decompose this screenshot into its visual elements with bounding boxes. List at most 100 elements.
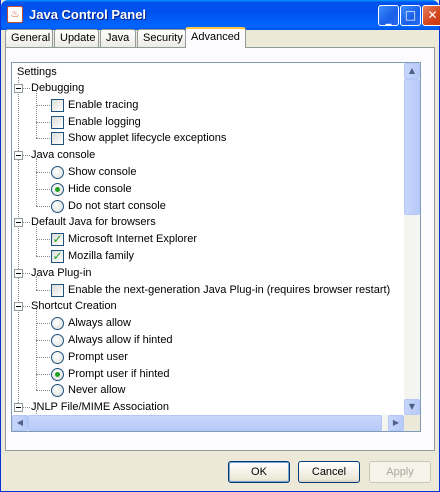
minimize-button[interactable]: _ xyxy=(378,5,399,26)
tree-connector xyxy=(36,239,50,241)
tree-connector xyxy=(36,90,37,139)
tree-connector xyxy=(36,390,50,392)
apply-button[interactable]: Apply xyxy=(369,461,431,483)
close-icon: ✕ xyxy=(427,8,438,22)
setting-label: Show applet lifecycle exceptions xyxy=(68,132,227,145)
tree-connector xyxy=(36,188,50,190)
ok-button[interactable]: OK xyxy=(228,461,290,483)
collapse-toggle-icon[interactable] xyxy=(14,151,23,161)
tree-connector xyxy=(18,77,19,404)
setting-checkbox[interactable] xyxy=(51,98,64,112)
horizontal-scrollbar[interactable]: ◀ ▶ xyxy=(12,415,404,431)
settings-tree: Settings Debugging Enable tracing Enable l… xyxy=(11,62,421,432)
minimize-icon: _ xyxy=(385,11,392,25)
tab-update[interactable]: Update xyxy=(54,29,99,47)
setting-radio[interactable] xyxy=(51,182,64,196)
setting-label: Enable tracing xyxy=(68,98,139,111)
tree-connector xyxy=(36,340,50,341)
tree-connector xyxy=(23,306,30,308)
tree-connector xyxy=(36,309,37,391)
setting-label: Prompt user if hinted xyxy=(68,367,170,380)
vertical-scrollbar[interactable]: ▲ ▼ xyxy=(404,63,420,415)
tree-connector xyxy=(23,222,30,224)
tree-connector xyxy=(36,158,37,206)
scroll-down-button[interactable]: ▼ xyxy=(404,399,420,415)
tree-connector xyxy=(23,88,30,89)
setting-radio[interactable] xyxy=(51,367,64,381)
tree-group-label: Java console xyxy=(31,149,96,162)
radio-selected-dot xyxy=(55,371,60,377)
setting-label: Enable logging xyxy=(68,115,141,128)
radio-selected-dot xyxy=(55,186,60,192)
tree-group-label: Default Java for browsers xyxy=(31,216,156,229)
tree-viewport: Settings Debugging Enable tracing Enable l… xyxy=(12,63,404,415)
chevron-left-icon: ◀ xyxy=(16,418,24,427)
tree-connector xyxy=(36,104,50,106)
tree-connector xyxy=(23,155,30,157)
chevron-right-icon: ▶ xyxy=(392,418,400,427)
java-control-panel-window: ♨ Java Control Panel _ □ ✕ General Updat… xyxy=(0,0,440,492)
setting-label: Hide console xyxy=(68,182,132,195)
maximize-button[interactable]: □ xyxy=(400,5,421,26)
tree-group-label: Java Plug-in xyxy=(31,266,92,279)
scroll-right-button[interactable]: ▶ xyxy=(388,415,404,431)
setting-label: Mozilla family xyxy=(68,250,135,262)
tree-root-label: Settings xyxy=(17,66,57,78)
tab-java[interactable]: Java xyxy=(100,29,136,47)
setting-radio[interactable] xyxy=(51,166,64,179)
setting-checkbox[interactable]: ✓ xyxy=(51,249,64,263)
tree-connector xyxy=(36,121,50,123)
tree-group-label: Debugging xyxy=(31,82,85,94)
window-title: Java Control Panel xyxy=(29,7,147,22)
setting-checkbox[interactable] xyxy=(51,132,64,146)
setting-radio[interactable] xyxy=(51,317,64,331)
scroll-up-button[interactable]: ▲ xyxy=(404,63,420,79)
scroll-left-button[interactable]: ◀ xyxy=(12,415,28,431)
tree-connector xyxy=(36,205,50,207)
tree-connector xyxy=(36,373,50,375)
tree-connector xyxy=(36,256,50,257)
setting-checkbox[interactable] xyxy=(51,115,64,129)
close-button[interactable]: ✕ xyxy=(422,5,440,26)
collapse-toggle-icon[interactable] xyxy=(14,84,23,93)
setting-checkbox[interactable]: ✓ xyxy=(51,232,64,247)
tab-security[interactable]: Security xyxy=(137,29,186,47)
collapse-toggle-icon[interactable] xyxy=(14,302,23,312)
tree-connector xyxy=(36,356,50,358)
tree-connector xyxy=(36,138,50,140)
vertical-scroll-thumb[interactable] xyxy=(404,79,420,215)
setting-radio[interactable] xyxy=(51,334,64,347)
setting-checkbox[interactable] xyxy=(51,283,64,297)
tree-connector xyxy=(36,323,50,325)
setting-radio[interactable] xyxy=(51,199,64,213)
setting-label: Show console xyxy=(68,166,137,178)
tree-connector xyxy=(23,407,30,409)
collapse-toggle-icon[interactable] xyxy=(14,268,23,278)
scroll-corner xyxy=(404,415,420,431)
horizontal-scroll-thumb[interactable] xyxy=(28,415,382,431)
chevron-down-icon: ▼ xyxy=(408,402,416,411)
tree-connector xyxy=(36,172,50,173)
tree-connector xyxy=(36,225,37,256)
setting-label: Do not start console xyxy=(68,199,166,212)
title-bar[interactable]: ♨ Java Control Panel _ □ ✕ xyxy=(1,0,440,30)
tree-connector xyxy=(36,275,37,290)
advanced-panel: Settings Debugging Enable tracing Enable l… xyxy=(5,47,435,451)
setting-label: Never allow xyxy=(68,384,126,397)
java-cup-icon[interactable]: ♨ xyxy=(7,6,23,23)
cancel-button[interactable]: Cancel xyxy=(298,461,360,483)
setting-label: Always allow if hinted xyxy=(68,334,173,346)
tree-group-label: Shortcut Creation xyxy=(31,300,117,313)
tree-connector xyxy=(23,272,30,274)
setting-label: Prompt user xyxy=(68,350,128,363)
setting-radio[interactable] xyxy=(51,350,64,364)
setting-label: Microsoft Internet Explorer xyxy=(68,233,197,246)
collapse-toggle-icon[interactable] xyxy=(14,218,23,228)
tab-general[interactable]: General xyxy=(5,29,53,47)
tree-group-label: JNLP File/MIME Association xyxy=(31,401,169,414)
collapse-toggle-icon[interactable] xyxy=(14,403,23,413)
setting-label: Always allow xyxy=(68,317,131,330)
tab-advanced[interactable]: Advanced xyxy=(185,27,246,48)
setting-radio[interactable] xyxy=(51,384,64,398)
tree-connector xyxy=(36,289,50,291)
